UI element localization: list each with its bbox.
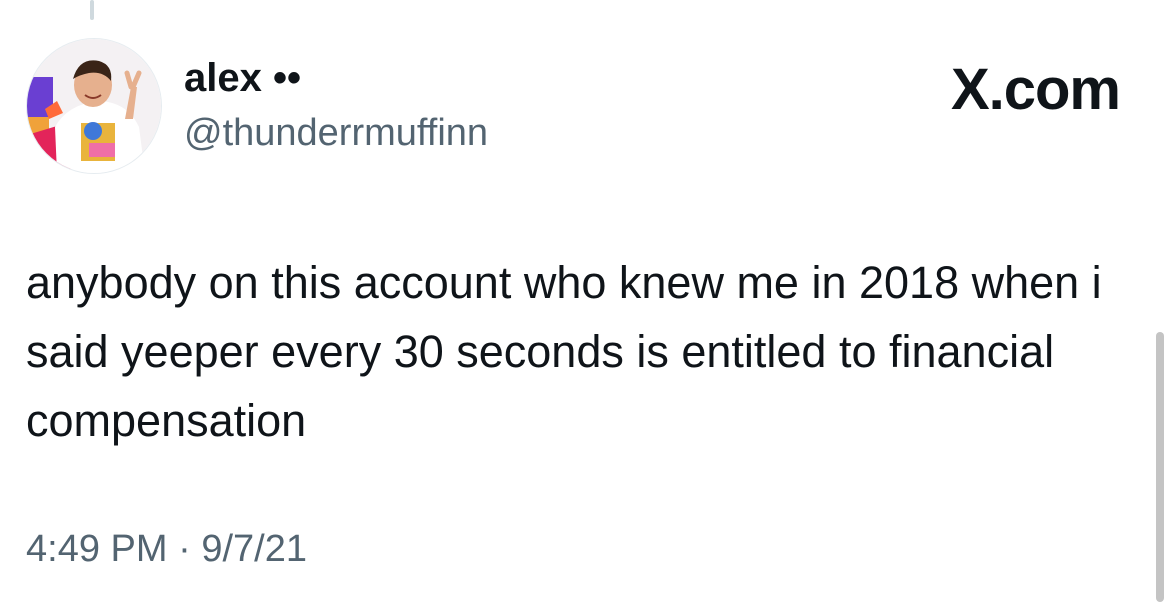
author-handle[interactable]: @thunderrmuffinn <box>184 110 488 156</box>
tweet-timestamp[interactable]: 4:49 PM · 9/7/21 <box>26 526 307 572</box>
meta-separator: · <box>178 528 191 570</box>
thread-connector-line <box>90 0 94 20</box>
tweet-date: 9/7/21 <box>201 528 307 570</box>
site-watermark: X.com <box>950 57 1121 122</box>
avatar-image <box>27 39 161 173</box>
tweet-time: 4:49 PM <box>26 528 168 570</box>
avatar[interactable] <box>26 38 162 174</box>
author-display-name[interactable]: alex •• <box>184 54 301 102</box>
scrollbar[interactable] <box>1156 332 1164 602</box>
tweet-text: anybody on this account who knew me in 2… <box>26 257 1102 446</box>
